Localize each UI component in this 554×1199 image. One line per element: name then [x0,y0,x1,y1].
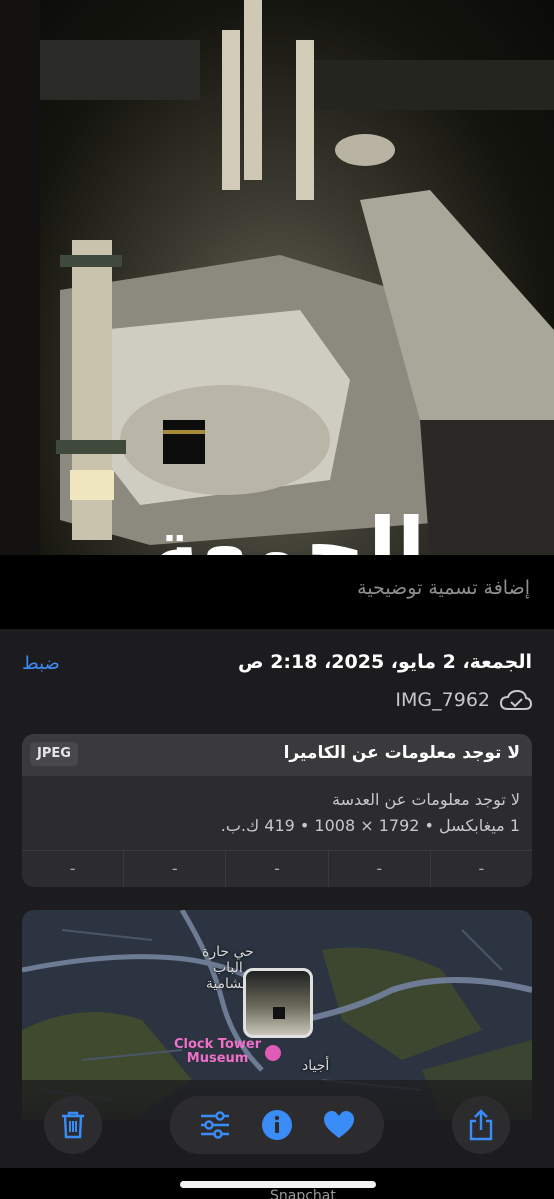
caption-field[interactable]: إضافة تسمية توضيحية [0,555,554,629]
heart-icon [324,1111,354,1138]
exif-cell: - [123,851,225,887]
map-photo-thumbnail[interactable] [243,968,313,1038]
lens-info: لا توجد معلومات عن العدسة [332,790,520,809]
home-indicator[interactable] [180,1181,376,1188]
edit-button[interactable] [197,1107,233,1143]
photo-filename: IMG_7962 [395,689,490,711]
exif-cell: - [327,851,430,887]
metadata-card-header: JPEG لا توجد معلومات عن الكاميرا [22,734,532,776]
adjust-date-button[interactable]: ضبط [22,653,60,674]
museum-pin-icon[interactable] [263,1043,283,1063]
photo-datetime: الجمعة، 2 مايو، 2025، 2:18 ص [238,651,532,673]
caption-placeholder[interactable]: إضافة تسمية توضيحية [357,577,530,599]
photo-overlay-text: الجمعة [150,500,426,555]
map-district-line: حي حارة [202,944,254,960]
map-poi-line: Clock Tower [174,1037,262,1052]
favorite-button[interactable] [321,1107,357,1143]
trash-icon [62,1111,84,1139]
photo-illustration [0,0,554,555]
map-district-line: الباب [212,960,243,976]
info-icon [262,1110,292,1140]
camera-info: لا توجد معلومات عن الكاميرا [283,743,520,763]
exif-cell: - [429,851,532,887]
image-specs: 1 ميغابكسل • 1792 × 1008 • 419 ك.ب. [220,816,520,835]
sliders-icon [201,1111,229,1139]
info-button[interactable] [259,1107,295,1143]
delete-button[interactable] [44,1096,102,1154]
format-badge: JPEG [30,742,78,766]
share-icon [469,1109,493,1141]
bottom-peek-text: Snapchat [270,1188,336,1199]
filename-row: IMG_7962 [395,687,532,713]
thumbnail-kaaba [273,1007,285,1019]
map-ajyad-label: أجياد [302,1058,330,1074]
metadata-card: JPEG لا توجد معلومات عن الكاميرا لا توجد… [22,734,532,887]
map-poi-label[interactable]: Clock Tower Museum [174,1038,261,1066]
toolbar-center-group [170,1096,384,1154]
map-poi-line: Museum [186,1051,249,1066]
icloud-synced-icon [500,689,532,710]
bottom-toolbar [0,1080,554,1168]
share-button[interactable] [452,1096,510,1154]
exif-cell: - [69,859,76,878]
exif-cell: - [225,851,327,887]
photo-view[interactable]: الجمعة [0,0,554,555]
exif-row: - - - - - [22,850,532,887]
